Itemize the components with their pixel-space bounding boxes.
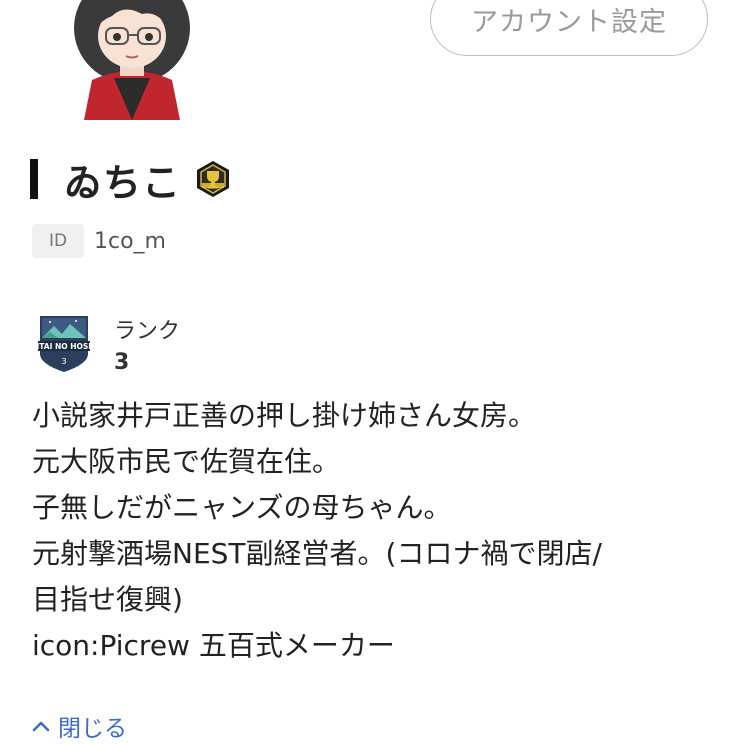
bio-line: 小説家井戸正善の押し掛け姉さん女房。 [32,399,537,432]
rank-label: ランク [114,319,181,344]
display-name: ゐちこ [64,160,182,205]
close-label: 閉じる [58,716,127,742]
profile-name-row: ゐちこ [30,154,233,205]
id-value: 1co_m [94,228,166,254]
id-label-chip: ID [32,224,84,258]
avatar [62,0,202,120]
rank-emblem-text: KITAI NO HOSHI [36,342,92,351]
bio-line: 目指せ復興) [32,583,183,616]
bio-line: 元大阪市民で佐賀在住。 [32,445,341,478]
bio-line: 元射撃酒場NEST副経営者。(コロナ禍で閉店/ [32,537,602,570]
name-accent-bar [30,159,38,199]
chevron-up-icon [32,721,50,732]
profile-bio: 小説家井戸正善の押し掛け姉さん女房。 元大阪市民で佐賀在住。 子無しだがニャンズ… [32,393,722,669]
bio-line: icon:Picrew 五百式メーカー [32,629,395,662]
account-settings-button[interactable]: アカウント設定 [430,0,708,56]
rank-emblem-icon: KITAI NO HOSHI 3 [31,314,98,374]
rank-value: 3 [114,350,130,375]
account-settings-label: アカウント設定 [471,7,667,38]
bio-line: 子無しだがニャンズの母ちゃん。 [32,491,452,524]
rank-emblem-level: 3 [61,357,66,366]
profile-id-row: ID 1co_m [32,224,166,258]
top-fan-badge-icon[interactable] [193,159,233,199]
close-bio-link[interactable]: 閉じる [32,708,127,744]
